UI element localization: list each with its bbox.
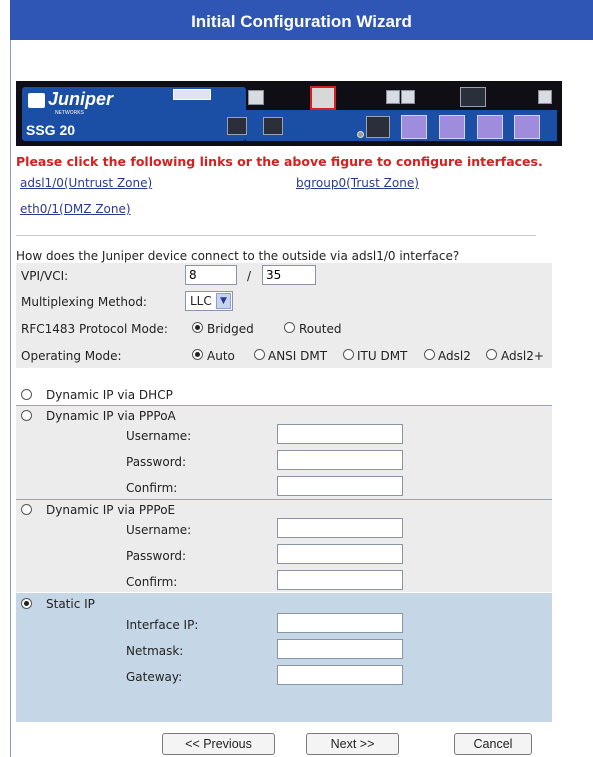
adsl2-label: Adsl2 [438, 349, 471, 363]
radio-dhcp[interactable] [21, 389, 32, 400]
cancel-button[interactable]: Cancel [454, 733, 532, 755]
eth-port-icon[interactable] [439, 115, 465, 139]
operating-mode-label: Operating Mode: [21, 349, 122, 363]
interface-ip-label: Interface IP: [126, 618, 199, 632]
wizard-title: Initial Configuration Wizard [10, 0, 593, 40]
mux-select[interactable]: LLC ▼ [185, 291, 233, 311]
radio-pppoa[interactable] [21, 410, 32, 421]
port-icon[interactable] [386, 90, 400, 104]
console-port-icon[interactable] [227, 117, 247, 135]
vpi-vci-separator: / [247, 269, 252, 283]
link-bgroup-trust[interactable]: bgroup0(Trust Zone) [296, 176, 419, 190]
routed-label: Routed [299, 322, 342, 336]
mux-label: Multiplexing Method: [21, 295, 147, 309]
divider [16, 235, 536, 236]
port-icon[interactable] [248, 90, 264, 105]
pppoe-confirm-input[interactable] [277, 570, 403, 590]
next-button[interactable]: Next >> [306, 733, 399, 755]
radio-pppoe[interactable] [21, 504, 32, 515]
device-brand-sub: NETWORKS [55, 110, 84, 116]
vpi-input[interactable] [185, 265, 237, 285]
device-model: SSG 20 [26, 122, 76, 138]
ansi-dmt-label: ANSI DMT [268, 349, 328, 363]
gateway-input[interactable] [277, 665, 403, 685]
gateway-label: Gateway: [126, 670, 183, 684]
link-adsl-untrust[interactable]: adsl1/0(Untrust Zone) [20, 176, 152, 190]
connection-question: How does the Juniper device connect to t… [16, 249, 460, 263]
pppoa-confirm-input[interactable] [277, 476, 403, 496]
pppoe-username-input[interactable] [277, 518, 403, 538]
radio-adsl2plus[interactable] [486, 349, 497, 360]
radio-static-ip[interactable] [21, 598, 32, 609]
radio-ansi-dmt[interactable] [254, 349, 265, 360]
pppoe-label: Dynamic IP via PPPoE [46, 503, 176, 517]
pppoa-username-input[interactable] [277, 424, 403, 444]
aux-port-icon[interactable] [263, 117, 283, 135]
previous-button[interactable]: << Previous [162, 733, 275, 755]
reset-icon [357, 131, 364, 138]
instruction-text: Please click the following links or the … [16, 154, 543, 169]
pppoe-confirm-label: Confirm: [126, 575, 178, 589]
bridged-label: Bridged [207, 322, 254, 336]
eth-port-icon[interactable] [514, 115, 540, 139]
led-panel-icon [173, 89, 211, 100]
pppoa-confirm-label: Confirm: [126, 481, 178, 495]
adsl2plus-label: Adsl2+ [501, 349, 544, 363]
port-icon[interactable] [460, 87, 486, 107]
interface-ip-input[interactable] [277, 613, 403, 633]
adsl-port-icon[interactable] [310, 86, 336, 110]
vci-input[interactable] [262, 265, 316, 285]
vpi-vci-label: VPI/VCI: [21, 269, 69, 283]
pppoa-password-label: Password: [126, 455, 187, 469]
netmask-input[interactable] [277, 639, 403, 659]
juniper-logo-icon [28, 93, 45, 108]
eth-port-icon[interactable] [401, 115, 427, 139]
auto-label: Auto [207, 349, 235, 363]
radio-itu-dmt[interactable] [343, 349, 354, 360]
itu-dmt-label: ITU DMT [357, 349, 408, 363]
pppoe-password-input[interactable] [277, 544, 403, 564]
pppoa-label: Dynamic IP via PPPoA [46, 409, 176, 423]
pppoa-password-input[interactable] [277, 450, 403, 470]
port-icon[interactable] [401, 90, 415, 104]
device-brand: Juniper [48, 89, 114, 109]
radio-bridged[interactable] [192, 322, 203, 333]
netmask-label: Netmask: [126, 644, 184, 658]
radio-adsl2[interactable] [424, 349, 435, 360]
frame-border [10, 40, 11, 757]
radio-auto[interactable] [192, 349, 203, 360]
dhcp-label: Dynamic IP via DHCP [46, 388, 173, 402]
static-ip-label: Static IP [46, 597, 95, 611]
pppoe-password-label: Password: [126, 549, 187, 563]
radio-routed[interactable] [284, 322, 295, 333]
rfc-mode-label: RFC1483 Protocol Mode: [21, 322, 168, 336]
mux-value: LLC [190, 294, 212, 308]
chevron-down-icon[interactable]: ▼ [216, 293, 231, 309]
port-icon[interactable] [538, 90, 552, 104]
eth-port-icon[interactable] [366, 116, 390, 138]
eth-port-icon[interactable] [477, 115, 503, 139]
pppoa-username-label: Username: [126, 429, 192, 443]
pppoe-username-label: Username: [126, 523, 192, 537]
link-eth-dmz[interactable]: eth0/1(DMZ Zone) [20, 202, 131, 216]
